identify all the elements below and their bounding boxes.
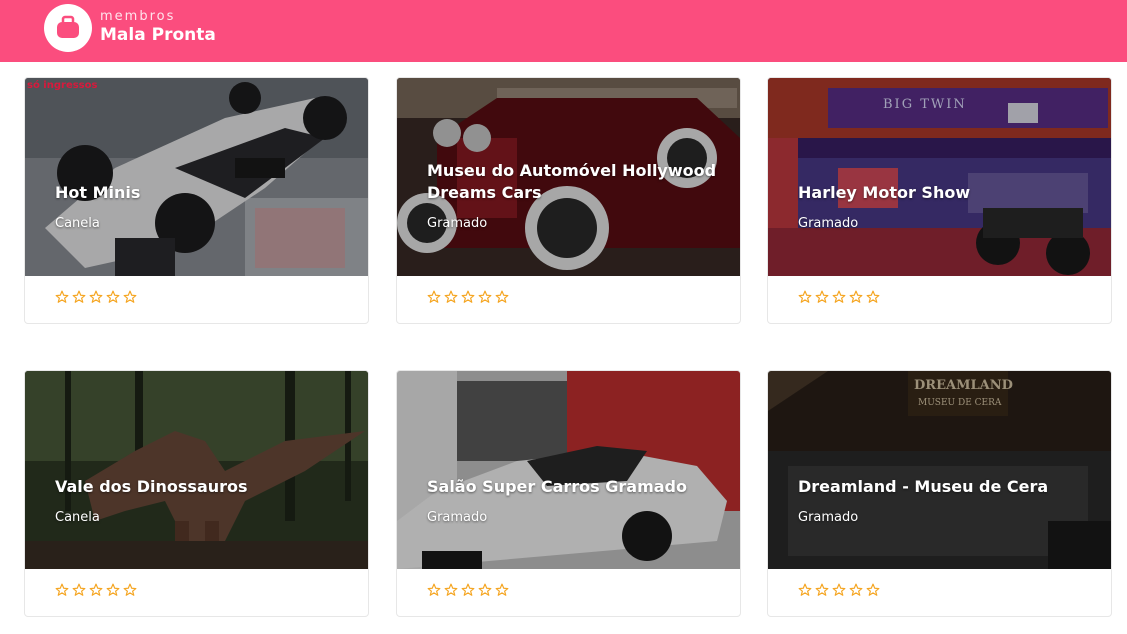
star-outline-icon[interactable] [832,290,846,304]
card-city: Gramado [427,216,488,231]
star-outline-icon[interactable] [55,583,69,597]
star-outline-icon[interactable] [89,583,103,597]
star-outline-icon[interactable] [444,583,458,597]
star-outline-icon[interactable] [495,583,509,597]
ticket-logo: só ingressos [27,80,98,91]
suitcase-icon [57,15,79,38]
top-header: membros Mala Pronta [0,0,1127,62]
attraction-card[interactable]: Salão Super Carros Gramado Gramado [396,370,741,617]
card-city: Gramado [798,216,859,231]
star-outline-icon[interactable] [478,290,492,304]
attraction-card[interactable]: Museu do Automóvel Hollywood Dreams Cars… [396,77,741,324]
star-outline-icon[interactable] [106,290,120,304]
star-outline-icon[interactable] [815,583,829,597]
star-outline-icon[interactable] [866,290,880,304]
card-title: Dreamland - Museu de Cera [798,477,1049,496]
star-outline-icon[interactable] [72,290,86,304]
brand-logo[interactable] [44,4,92,52]
star-rating[interactable] [798,583,880,599]
star-outline-icon[interactable] [495,290,509,304]
card-city: Gramado [798,510,859,525]
star-outline-icon[interactable] [866,583,880,597]
brand-title: Mala Pronta [100,25,216,45]
star-outline-icon[interactable] [427,583,441,597]
card-title: Hot Minis [55,183,141,202]
star-outline-icon[interactable] [123,290,137,304]
card-title: Salão Super Carros Gramado [427,477,687,496]
card-title: Museu do Automóvel Hollywood Dreams Cars [427,161,717,202]
card-image: só ingressos [25,78,368,276]
card-city: Canela [55,216,100,231]
star-rating[interactable] [427,290,509,306]
card-city: Gramado [427,510,488,525]
star-outline-icon[interactable] [832,583,846,597]
star-outline-icon[interactable] [461,583,475,597]
card-city: Canela [55,510,100,525]
star-outline-icon[interactable] [849,290,863,304]
star-outline-icon[interactable] [798,290,812,304]
card-title: Vale dos Dinossauros [55,477,248,496]
star-outline-icon[interactable] [427,290,441,304]
star-outline-icon[interactable] [55,290,69,304]
star-outline-icon[interactable] [123,583,137,597]
star-outline-icon[interactable] [444,290,458,304]
card-image [25,371,368,569]
card-title: Harley Motor Show [798,183,971,202]
star-rating[interactable] [55,290,137,306]
card-image: BIG TWIN [768,78,1111,276]
star-outline-icon[interactable] [106,583,120,597]
card-image [397,371,740,569]
star-rating[interactable] [55,583,137,599]
star-outline-icon[interactable] [798,583,812,597]
star-outline-icon[interactable] [849,583,863,597]
star-outline-icon[interactable] [478,583,492,597]
star-outline-icon[interactable] [461,290,475,304]
star-outline-icon[interactable] [72,583,86,597]
brand-subtitle: membros [100,9,176,24]
attraction-card[interactable]: Vale dos Dinossauros Canela [24,370,369,617]
star-outline-icon[interactable] [815,290,829,304]
attraction-card[interactable]: DREAMLAND MUSEU DE CERA Dreamland - Muse… [767,370,1112,617]
star-rating[interactable] [427,583,509,599]
attraction-card[interactable]: BIG TWIN Harley Motor Show Gramado [767,77,1112,324]
star-rating[interactable] [798,290,880,306]
attraction-card[interactable]: só ingressos Hot Minis Canela [24,77,369,324]
card-image: DREAMLAND MUSEU DE CERA [768,371,1111,569]
star-outline-icon[interactable] [89,290,103,304]
